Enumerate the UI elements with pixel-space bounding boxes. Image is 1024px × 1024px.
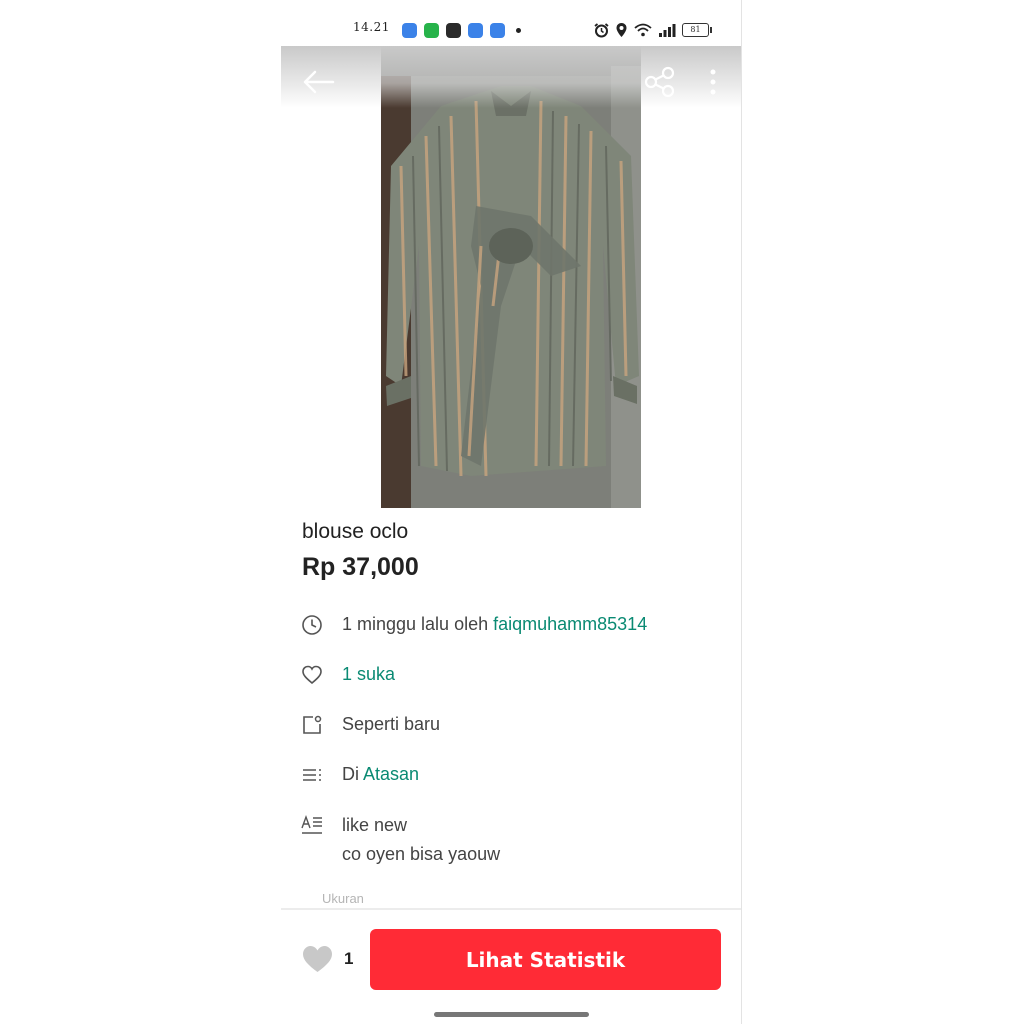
signal-icon	[659, 24, 676, 37]
status-app-icons	[402, 23, 521, 38]
share-button[interactable]	[643, 66, 677, 98]
blue-app-icon	[490, 23, 505, 38]
blue-app-icon	[468, 23, 483, 38]
product-title: blouse oclo	[302, 520, 409, 543]
description-line: co oyen bisa yaouw	[342, 844, 501, 864]
posted-row: 1 minggu lalu oleh faiqmuhamm85314	[301, 614, 647, 636]
category-prefix: Di	[342, 764, 364, 784]
description-line: like new	[342, 815, 408, 835]
phone-screen: 14.21 81 blouse oclo Rp 37,000 1 minggu …	[281, 0, 742, 1024]
posted-time-text: 1 minggu lalu oleh	[342, 614, 494, 634]
more-options-button[interactable]	[703, 66, 723, 98]
green-app-icon	[424, 23, 439, 38]
likes-link[interactable]: 1 suka	[342, 664, 395, 685]
size-label: Ukuran	[322, 891, 364, 906]
notification-dot-icon	[516, 28, 521, 33]
alarm-icon	[594, 22, 609, 37]
heart-outline-icon	[302, 665, 322, 685]
blouse-image	[381, 46, 641, 508]
page: 14.21 81 blouse oclo Rp 37,000 1 minggu …	[0, 0, 1024, 1024]
condition-row: Seperti baru	[301, 714, 440, 736]
battery-icon: 81	[682, 23, 712, 37]
product-image-area[interactable]	[281, 46, 741, 508]
heart-filled-icon	[303, 946, 332, 972]
share-icon	[644, 66, 675, 98]
like-button[interactable]: 1	[301, 944, 353, 974]
category-link[interactable]: Atasan	[363, 764, 419, 784]
blue-app-icon	[402, 23, 417, 38]
arrow-left-icon	[303, 70, 335, 94]
condition-text: Seperti baru	[342, 714, 441, 734]
back-button[interactable]	[301, 69, 335, 95]
home-indicator[interactable]	[434, 1012, 589, 1017]
wifi-icon	[634, 23, 652, 37]
seller-link[interactable]: faiqmuhamm85314	[493, 614, 647, 634]
status-time: 14.21	[353, 20, 390, 34]
like-count: 1	[344, 949, 354, 968]
more-vertical-icon	[710, 69, 716, 95]
bottom-action-bar: 1 Lihat Statistik	[281, 908, 741, 1024]
category-row: Di Atasan	[301, 764, 419, 786]
location-icon	[616, 23, 627, 37]
description-row: like new co oyen bisa yaouw	[301, 814, 500, 869]
list-icon	[303, 769, 321, 781]
product-price: Rp 37,000	[302, 553, 419, 581]
tag-icon	[303, 715, 322, 734]
status-indicators: 81	[594, 22, 712, 38]
clock-icon	[302, 615, 322, 635]
product-photo[interactable]	[381, 46, 641, 508]
status-bar: 14.21 81	[281, 0, 741, 46]
shop-icon	[446, 23, 461, 38]
likes-row: 1 suka	[301, 664, 395, 686]
text-description-icon	[301, 814, 322, 834]
view-statistics-button[interactable]: Lihat Statistik	[370, 929, 721, 990]
